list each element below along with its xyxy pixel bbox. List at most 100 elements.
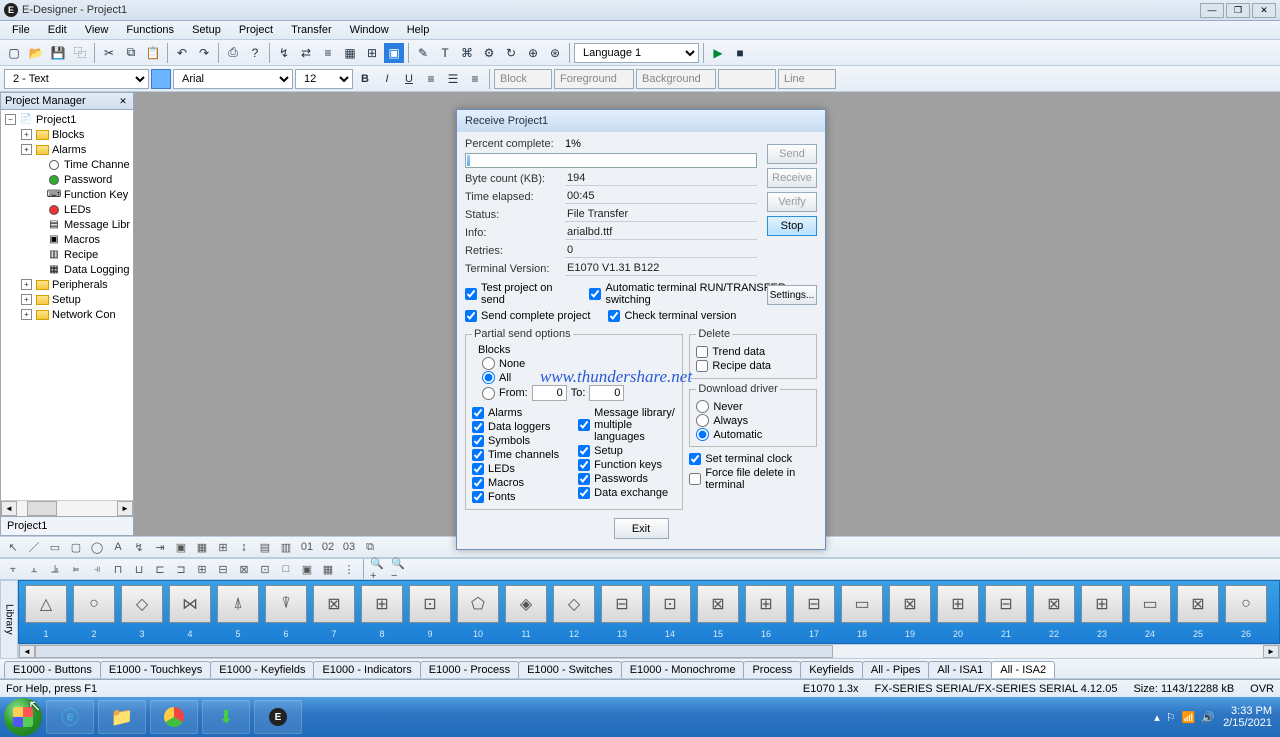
background-field[interactable]: Background bbox=[636, 69, 716, 89]
library-item[interactable]: ⊟21 bbox=[983, 585, 1029, 639]
library-item[interactable]: ⊞16 bbox=[743, 585, 789, 639]
tool-icon[interactable]: ↯ bbox=[130, 538, 148, 556]
library-item[interactable]: △1 bbox=[23, 585, 69, 639]
align-icon[interactable]: ⊐ bbox=[172, 560, 190, 578]
font-select[interactable]: Arial bbox=[173, 69, 293, 89]
tool-icon[interactable]: ⊛ bbox=[545, 43, 565, 63]
foreground-field[interactable]: Foreground bbox=[554, 69, 634, 89]
verify-button[interactable]: Verify bbox=[767, 192, 817, 212]
tool-icon[interactable]: ▣ bbox=[384, 43, 404, 63]
menu-file[interactable]: File bbox=[4, 22, 38, 38]
menu-transfer[interactable]: Transfer bbox=[283, 22, 340, 38]
library-item[interactable]: ⊠25 bbox=[1175, 585, 1221, 639]
library-side-tab[interactable]: Library bbox=[0, 580, 18, 659]
library-item[interactable]: ◇12 bbox=[551, 585, 597, 639]
paste-icon[interactable]: 📋 bbox=[143, 43, 163, 63]
exit-button[interactable]: Exit bbox=[614, 518, 669, 539]
zoom-in-icon[interactable]: 🔍+ bbox=[369, 560, 387, 578]
check-send-complete[interactable]: Send complete project bbox=[465, 310, 590, 322]
radio-always[interactable]: Always bbox=[696, 414, 810, 427]
libtab-process[interactable]: E1000 - Process bbox=[420, 661, 519, 678]
tree-item-recipe[interactable]: ▥Recipe bbox=[3, 247, 131, 262]
align-icon[interactable]: ⊓ bbox=[109, 560, 127, 578]
align-left-icon[interactable]: ≡ bbox=[421, 69, 441, 89]
menu-setup[interactable]: Setup bbox=[184, 22, 229, 38]
align-icon[interactable]: ⊏ bbox=[151, 560, 169, 578]
tool-icon[interactable]: 01 bbox=[298, 538, 316, 556]
tool-icon[interactable]: ⊞ bbox=[214, 538, 232, 556]
restore-button[interactable]: ❐ bbox=[1226, 3, 1250, 18]
libtab-keyfields[interactable]: E1000 - Keyfields bbox=[210, 661, 314, 678]
bold-icon[interactable]: B bbox=[355, 69, 375, 89]
tree-item-setup[interactable]: +Setup bbox=[3, 292, 131, 307]
libtab-indicators[interactable]: E1000 - Indicators bbox=[313, 661, 420, 678]
color-swatch[interactable] bbox=[151, 69, 171, 89]
library-item[interactable]: ▭24 bbox=[1127, 585, 1173, 639]
libtab-isa1[interactable]: All - ISA1 bbox=[928, 661, 992, 678]
scroll-track[interactable] bbox=[35, 645, 1263, 658]
from-input[interactable] bbox=[532, 385, 567, 401]
check-setup[interactable]: Setup bbox=[578, 445, 676, 457]
library-item[interactable]: ○26 bbox=[1223, 585, 1269, 639]
tray-volume-icon[interactable]: 🔊 bbox=[1201, 711, 1215, 724]
scroll-right-icon[interactable]: ► bbox=[117, 501, 133, 516]
tool-icon[interactable]: ▦ bbox=[193, 538, 211, 556]
align-icon[interactable]: ▣ bbox=[298, 560, 316, 578]
align-icon[interactable]: ⫢ bbox=[67, 560, 85, 578]
tool-icon[interactable]: ⇥ bbox=[151, 538, 169, 556]
send-button[interactable]: Send bbox=[767, 144, 817, 164]
tray-clock[interactable]: 3:33 PM 2/15/2021 bbox=[1223, 705, 1272, 729]
empty-field[interactable] bbox=[718, 69, 776, 89]
tree-item-alarms[interactable]: +Alarms bbox=[3, 142, 131, 157]
radio-all[interactable]: All bbox=[482, 371, 676, 384]
tree-item-blocks[interactable]: +Blocks bbox=[3, 127, 131, 142]
tray-flag-icon[interactable]: ⚐ bbox=[1166, 711, 1176, 724]
radio-none[interactable]: None bbox=[482, 357, 676, 370]
check-check-terminal[interactable]: Check terminal version bbox=[608, 310, 736, 322]
expand-icon[interactable]: + bbox=[21, 294, 32, 305]
libtab-isa2[interactable]: All - ISA2 bbox=[991, 661, 1055, 678]
libtab-pipes[interactable]: All - Pipes bbox=[862, 661, 930, 678]
tool-icon[interactable]: ⊕ bbox=[523, 43, 543, 63]
open-icon[interactable]: 📂 bbox=[26, 43, 46, 63]
close-button[interactable]: ✕ bbox=[1252, 3, 1276, 18]
library-item[interactable]: ⊡14 bbox=[647, 585, 693, 639]
align-icon[interactable]: ⫠ bbox=[25, 560, 43, 578]
minimize-button[interactable]: — bbox=[1200, 3, 1224, 18]
library-item[interactable]: ⊡9 bbox=[407, 585, 453, 639]
library-item[interactable]: ⊟13 bbox=[599, 585, 645, 639]
check-dataexch[interactable]: Data exchange bbox=[578, 487, 676, 499]
tray-chevron-icon[interactable]: ▴ bbox=[1154, 711, 1160, 724]
align-icon[interactable]: ⫟ bbox=[4, 560, 22, 578]
tool-icon[interactable]: ▦ bbox=[340, 43, 360, 63]
menu-window[interactable]: Window bbox=[342, 22, 397, 38]
library-item[interactable]: ⍒6 bbox=[263, 585, 309, 639]
check-set-clock[interactable]: Set terminal clock bbox=[689, 453, 817, 465]
library-item[interactable]: ⊞23 bbox=[1079, 585, 1125, 639]
block-field[interactable]: Block bbox=[494, 69, 552, 89]
check-alarms[interactable]: Alarms bbox=[472, 407, 570, 419]
align-icon[interactable]: ⫣ bbox=[88, 560, 106, 578]
align-icon[interactable]: □ bbox=[277, 560, 295, 578]
align-icon[interactable]: ⊡ bbox=[256, 560, 274, 578]
tool-icon[interactable]: ↨ bbox=[235, 538, 253, 556]
tree-item-network[interactable]: +Network Con bbox=[3, 307, 131, 322]
library-item[interactable]: ⊠22 bbox=[1031, 585, 1077, 639]
library-item[interactable]: ⊟17 bbox=[791, 585, 837, 639]
tray-network-icon[interactable]: 📶 bbox=[1182, 711, 1196, 724]
align-icon[interactable]: ⫡ bbox=[46, 560, 64, 578]
tree-hscrollbar[interactable]: ◄ ► bbox=[1, 500, 133, 516]
check-dataloggers[interactable]: Data loggers bbox=[472, 421, 570, 433]
taskbar-explorer-icon[interactable]: 📁 bbox=[98, 700, 146, 734]
check-recipe-data[interactable]: Recipe data bbox=[696, 360, 810, 372]
project-tab[interactable]: Project1 bbox=[1, 516, 133, 535]
run-icon[interactable]: ▶ bbox=[708, 43, 728, 63]
library-item[interactable]: ⬠10 bbox=[455, 585, 501, 639]
library-item[interactable]: ⋈4 bbox=[167, 585, 213, 639]
copy-icon[interactable]: ⧉ bbox=[121, 43, 141, 63]
check-passwords[interactable]: Passwords bbox=[578, 473, 676, 485]
menu-view[interactable]: View bbox=[77, 22, 117, 38]
check-funckeys[interactable]: Function keys bbox=[578, 459, 676, 471]
save-icon[interactable]: 💾 bbox=[48, 43, 68, 63]
library-item[interactable]: ○2 bbox=[71, 585, 117, 639]
